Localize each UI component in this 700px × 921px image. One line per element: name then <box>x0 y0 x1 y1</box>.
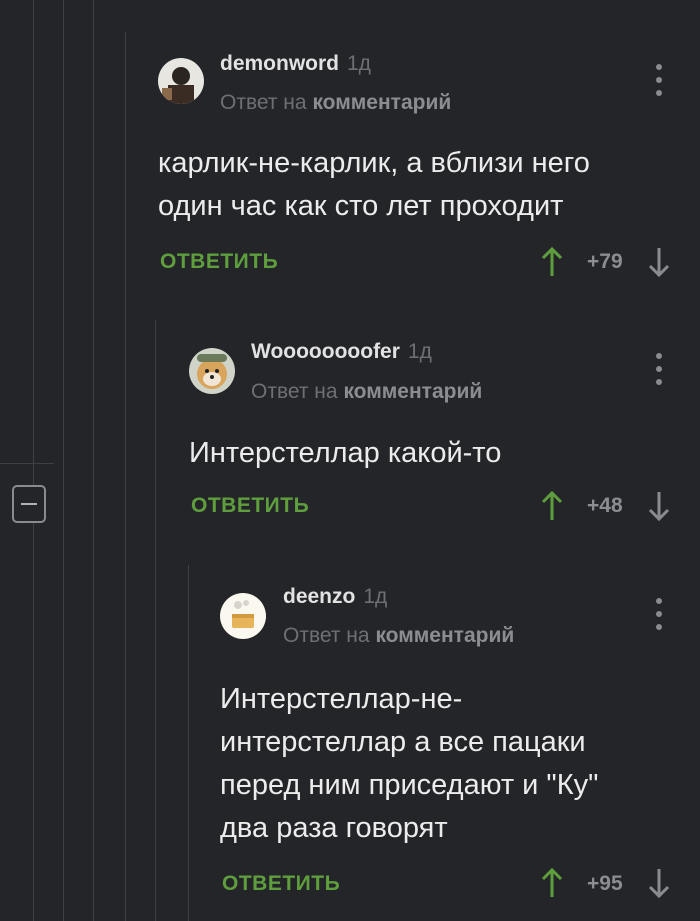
more-vertical-icon[interactable] <box>654 353 664 385</box>
comment-text: Интерстеллар какой-то <box>189 437 502 469</box>
comment-time: 1д <box>347 52 371 75</box>
comment-thread: demonword 1д Ответ на комментарий карлик-… <box>0 0 700 921</box>
reply-to-label: Ответ на комментарий <box>251 380 483 403</box>
reply-button[interactable]: ОТВЕТИТЬ <box>222 872 340 896</box>
vote-score: +48 <box>587 494 623 517</box>
reply-to-link[interactable]: комментарий <box>312 91 451 114</box>
comment-text: карлик-не-карлик, а вблизи него один час… <box>158 147 590 222</box>
collapse-button[interactable] <box>12 485 46 523</box>
reply-button[interactable]: ОТВЕТИТЬ <box>160 250 278 274</box>
comment-author[interactable]: Woooooooofer 1д <box>251 340 432 364</box>
arrow-down-icon[interactable] <box>647 490 671 522</box>
comment-author[interactable]: demonword 1д <box>220 52 371 76</box>
reply-to-link[interactable]: комментарий <box>375 624 514 647</box>
comment-author[interactable]: deenzo 1д <box>283 585 387 609</box>
thread-branch <box>0 463 54 464</box>
reply-button[interactable]: ОТВЕТИТЬ <box>191 494 309 518</box>
thread-line <box>125 32 126 921</box>
arrow-up-icon[interactable] <box>540 867 564 899</box>
arrow-down-icon[interactable] <box>647 246 671 278</box>
arrow-up-icon[interactable] <box>540 246 564 278</box>
thread-line <box>33 0 34 921</box>
reply-to-label: Ответ на комментарий <box>220 91 452 114</box>
vote-score: +79 <box>587 250 623 273</box>
comment-time: 1д <box>363 585 388 608</box>
comment-time: 1д <box>407 340 432 363</box>
thread-line <box>188 565 189 921</box>
avatar[interactable] <box>189 348 235 394</box>
comment-text: Интерстеллар-не- интерстеллар а все паца… <box>220 683 599 844</box>
avatar[interactable] <box>220 593 266 639</box>
reply-to-link[interactable]: комментарий <box>343 380 482 403</box>
thread-line <box>63 0 64 921</box>
vote-score: +95 <box>587 872 623 895</box>
more-vertical-icon[interactable] <box>654 598 664 630</box>
arrow-down-icon[interactable] <box>647 867 671 899</box>
arrow-up-icon[interactable] <box>540 490 564 522</box>
thread-line <box>93 0 94 921</box>
more-vertical-icon[interactable] <box>654 64 664 96</box>
thread-line <box>155 320 156 921</box>
avatar[interactable] <box>158 58 204 104</box>
minus-icon <box>21 503 37 505</box>
reply-to-label: Ответ на комментарий <box>283 624 515 647</box>
